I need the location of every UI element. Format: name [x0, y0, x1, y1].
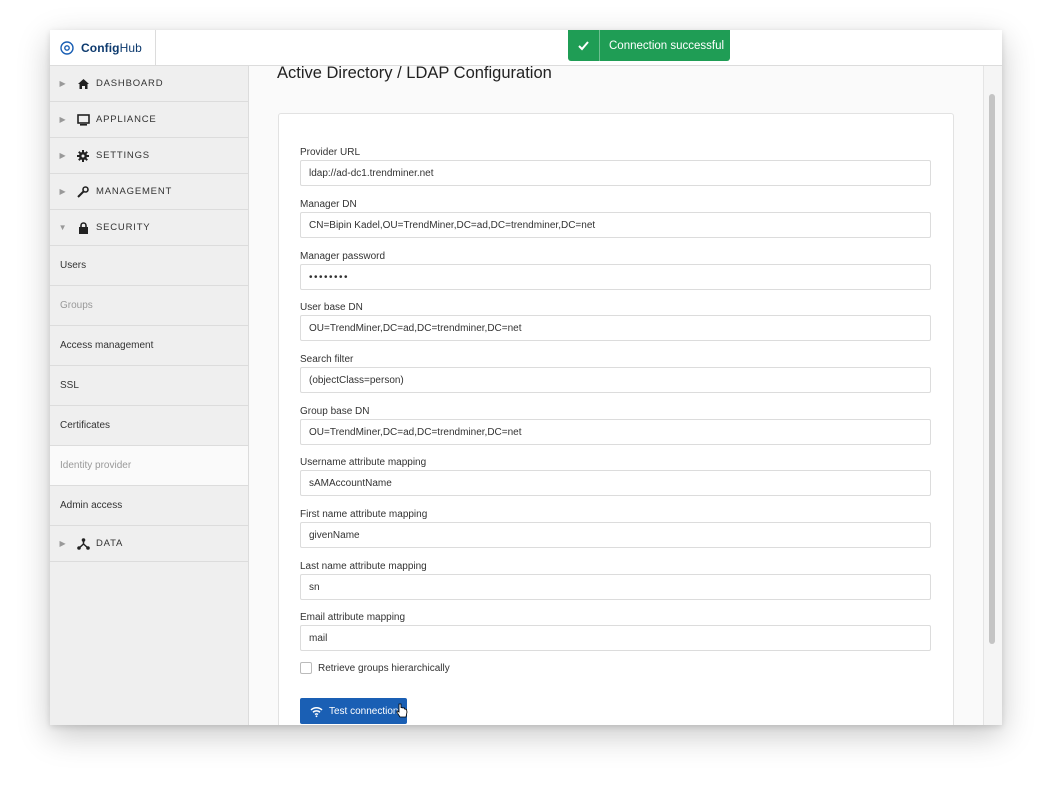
username-mapping-field: Username attribute mapping sAMAccountNam…	[300, 457, 931, 496]
sidebar-item-admin-access[interactable]: Admin access	[50, 486, 248, 526]
chevron-right-icon: ▶	[59, 187, 67, 196]
last-name-mapping-field: Last name attribute mapping sn	[300, 561, 931, 600]
last-name-mapping-input[interactable]: sn	[300, 574, 931, 600]
scrollbar-thumb[interactable]	[989, 94, 995, 644]
field-label: Last name attribute mapping	[300, 561, 427, 572]
nav-data[interactable]: ▶ DATA	[50, 526, 248, 562]
main-content: Active Directory / LDAP Configuration Pr…	[249, 66, 984, 725]
monitor-icon	[76, 113, 90, 127]
username-mapping-input[interactable]: sAMAccountName	[300, 470, 931, 496]
chevron-right-icon: ▶	[59, 115, 67, 124]
nav-label: DATA	[96, 538, 124, 549]
nav-appliance[interactable]: ▶ APPLIANCE	[50, 102, 248, 138]
chevron-right-icon: ▶	[59, 539, 67, 548]
field-label: Provider URL	[300, 147, 361, 158]
checkbox-label: Retrieve groups hierarchically	[318, 662, 450, 674]
nav-dashboard[interactable]: ▶ DASHBOARD	[50, 66, 248, 102]
nav-management[interactable]: ▶ MANAGEMENT	[50, 174, 248, 210]
provider-url-field: Provider URL ldap://ad-dc1.trendminer.ne…	[300, 147, 931, 186]
search-filter-input[interactable]: (objectClass=person)	[300, 367, 931, 393]
field-label: Manager DN	[300, 199, 357, 210]
field-label: Group base DN	[300, 406, 370, 417]
nav-label: MANAGEMENT	[96, 186, 173, 197]
brand-name: ConfigHub	[81, 40, 142, 55]
retrieve-groups-option: Retrieve groups hierarchically	[300, 662, 450, 674]
email-mapping-field: Email attribute mapping mail	[300, 612, 931, 651]
sidebar: ▶ DASHBOARD ▶ APPLIANCE ▶ SETTINGS ▶ MAN…	[50, 66, 249, 725]
group-base-dn-input[interactable]: OU=TrendMiner,DC=ad,DC=trendminer,DC=net	[300, 419, 931, 445]
manager-password-field: Manager password ••••••••	[300, 251, 931, 290]
manager-dn-input[interactable]: CN=Bipin Kadel,OU=TrendMiner,DC=ad,DC=tr…	[300, 212, 931, 238]
chevron-down-icon: ▼	[58, 223, 68, 232]
lock-icon	[76, 221, 90, 235]
home-icon	[76, 77, 90, 91]
wifi-icon	[310, 706, 323, 717]
toast-message: Connection successful	[609, 39, 725, 52]
chevron-right-icon: ▶	[59, 79, 67, 88]
test-connection-button[interactable]: Test connection	[300, 698, 408, 724]
wrench-icon	[76, 185, 90, 199]
hand-cursor-icon	[396, 703, 408, 718]
sidebar-item-ssl[interactable]: SSL	[50, 366, 248, 406]
page-title: Active Directory / LDAP Configuration	[277, 66, 552, 82]
network-icon	[76, 537, 90, 551]
manager-password-input[interactable]: ••••••••	[300, 264, 931, 290]
app-window: ConfigHub Connection successful ▶ DASHBO…	[50, 30, 1002, 725]
first-name-mapping-input[interactable]: givenName	[300, 522, 931, 548]
check-icon	[568, 30, 600, 61]
test-connection-label: Test connection	[329, 705, 399, 717]
vertical-scrollbar[interactable]	[983, 66, 1002, 725]
sidebar-item-access-management[interactable]: Access management	[50, 326, 248, 366]
field-label: First name attribute mapping	[300, 509, 428, 520]
provider-url-input[interactable]: ldap://ad-dc1.trendminer.net	[300, 160, 931, 186]
user-base-dn-field: User base DN OU=TrendMiner,DC=ad,DC=tren…	[300, 302, 931, 341]
sidebar-item-users[interactable]: Users	[50, 246, 248, 286]
sidebar-item-certificates[interactable]: Certificates	[50, 406, 248, 446]
email-mapping-input[interactable]: mail	[300, 625, 931, 651]
field-label: Email attribute mapping	[300, 612, 406, 623]
nav-label: APPLIANCE	[96, 114, 157, 125]
search-filter-field: Search filter (objectClass=person)	[300, 354, 931, 393]
success-toast: Connection successful	[568, 30, 730, 61]
group-base-dn-field: Group base DN OU=TrendMiner,DC=ad,DC=tre…	[300, 406, 931, 445]
field-label: Username attribute mapping	[300, 457, 427, 468]
sidebar-item-groups[interactable]: Groups	[50, 286, 248, 326]
gear-circle-icon	[60, 40, 74, 55]
gear-icon	[76, 149, 90, 163]
nav-settings[interactable]: ▶ SETTINGS	[50, 138, 248, 174]
field-label: Search filter	[300, 354, 354, 365]
first-name-mapping-field: First name attribute mapping givenName	[300, 509, 931, 548]
chevron-right-icon: ▶	[59, 151, 67, 160]
top-bar: ConfigHub Connection successful	[50, 30, 1002, 66]
manager-dn-field: Manager DN CN=Bipin Kadel,OU=TrendMiner,…	[300, 199, 931, 238]
user-base-dn-input[interactable]: OU=TrendMiner,DC=ad,DC=trendminer,DC=net	[300, 315, 931, 341]
ldap-config-card: Provider URL ldap://ad-dc1.trendminer.ne…	[278, 113, 954, 725]
nav-label: SETTINGS	[96, 150, 150, 161]
nav-label: DASHBOARD	[96, 78, 164, 89]
brand[interactable]: ConfigHub	[50, 30, 156, 65]
field-label: Manager password	[300, 251, 386, 262]
sidebar-item-identity-provider[interactable]: Identity provider	[50, 446, 248, 486]
field-label: User base DN	[300, 302, 363, 313]
nav-label: SECURITY	[96, 222, 151, 233]
nav-security[interactable]: ▼ SECURITY	[50, 210, 248, 246]
retrieve-groups-checkbox[interactable]	[300, 662, 312, 674]
